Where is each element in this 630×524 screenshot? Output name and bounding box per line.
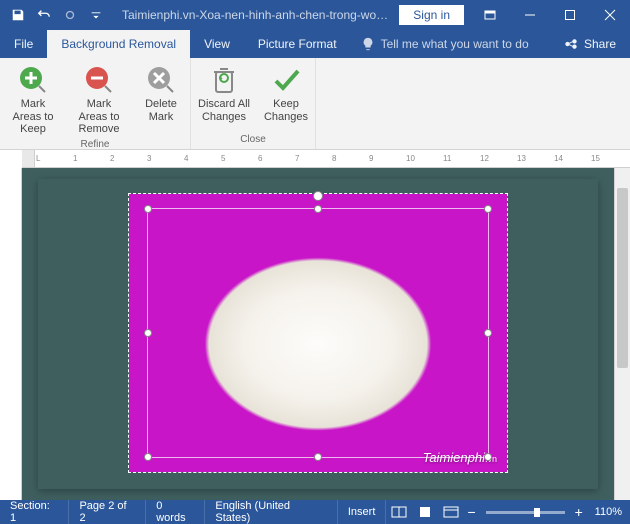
tab-file[interactable]: File: [0, 30, 47, 58]
page: Taimienphi.vn: [38, 179, 598, 489]
handle-bot-left[interactable]: [144, 453, 152, 461]
minimize-button[interactable]: [510, 0, 550, 30]
lightbulb-icon: [361, 37, 375, 51]
image-selection[interactable]: Taimienphi.vn: [128, 193, 508, 473]
maximize-button[interactable]: [550, 0, 590, 30]
ruler-mark: 2: [110, 154, 114, 163]
ruler-mark: 4: [184, 154, 188, 163]
ruler-mark: 11: [443, 154, 451, 163]
keep-changes-button[interactable]: Keep Changes: [257, 60, 315, 133]
read-mode-button[interactable]: [386, 500, 412, 524]
ruler-mark: 1: [73, 154, 77, 163]
ruler-mark: 6: [258, 154, 262, 163]
status-insert-mode[interactable]: Insert: [338, 500, 387, 524]
delete-mark-icon: [145, 64, 177, 96]
tab-picture-format[interactable]: Picture Format: [244, 30, 351, 58]
share-icon: [564, 37, 578, 51]
ruler-mark: 3: [147, 154, 151, 163]
status-page[interactable]: Page 2 of 2: [69, 500, 146, 524]
handle-top-right[interactable]: [484, 205, 492, 213]
tab-view[interactable]: View: [190, 30, 244, 58]
discard-icon: [208, 64, 240, 96]
ruler-mark: 9: [369, 154, 373, 163]
ribbon-group-refine: Mark Areas to Keep Mark Areas to Remove …: [0, 58, 191, 149]
horizontal-ruler[interactable]: L123456789101112131415: [22, 150, 630, 168]
tell-me-search[interactable]: Tell me what you want to do: [351, 30, 550, 58]
share-button[interactable]: Share: [550, 30, 630, 58]
zoom-slider[interactable]: [486, 511, 565, 514]
zoom-in-button[interactable]: +: [571, 504, 587, 520]
crop-marquee[interactable]: [147, 208, 489, 458]
handle-top-mid[interactable]: [314, 205, 322, 213]
print-layout-button[interactable]: [412, 500, 438, 524]
close-button[interactable]: [590, 0, 630, 30]
vertical-scrollbar[interactable]: [614, 168, 630, 500]
ribbon-group-close: Discard All Changes Keep Changes Close: [191, 58, 316, 149]
window-controls: [470, 0, 630, 30]
zoom-out-button[interactable]: −: [464, 504, 480, 520]
save-button[interactable]: [6, 3, 30, 27]
signin-button[interactable]: Sign in: [399, 5, 464, 25]
checkmark-icon: [270, 64, 302, 96]
zoom-level[interactable]: 110%: [587, 506, 630, 518]
vertical-ruler[interactable]: [0, 168, 22, 500]
plus-circle-icon: [17, 64, 49, 96]
tab-background-removal[interactable]: Background Removal: [47, 30, 190, 58]
status-section[interactable]: Section: 1: [0, 500, 69, 524]
ruler-mark: 12: [480, 154, 489, 163]
status-bar: Section: 1 Page 2 of 2 0 words English (…: [0, 500, 630, 524]
undo-button[interactable]: [32, 3, 56, 27]
redo-button[interactable]: [58, 3, 82, 27]
group-title-close: Close: [240, 133, 266, 147]
minus-circle-icon: [83, 64, 115, 96]
handle-mid-left[interactable]: [144, 329, 152, 337]
web-layout-button[interactable]: [438, 500, 464, 524]
quick-access-toolbar: [0, 3, 114, 27]
ruler-mark: 14: [554, 154, 563, 163]
ruler-mark: L: [36, 154, 40, 163]
ribbon-display-button[interactable]: [470, 0, 510, 30]
rotate-handle[interactable]: [313, 191, 323, 201]
mark-areas-remove-button[interactable]: Mark Areas to Remove: [66, 60, 132, 138]
status-language[interactable]: English (United States): [205, 500, 337, 524]
ruler-mark: 15: [591, 154, 600, 163]
page-canvas[interactable]: Taimienphi.vn: [22, 168, 614, 500]
ribbon: Mark Areas to Keep Mark Areas to Remove …: [0, 58, 630, 150]
handle-bot-mid[interactable]: [314, 453, 322, 461]
handle-mid-right[interactable]: [484, 329, 492, 337]
status-words[interactable]: 0 words: [146, 500, 205, 524]
ruler-mark: 5: [221, 154, 225, 163]
ribbon-tabs: File Background Removal View Picture For…: [0, 30, 630, 58]
handle-bot-right[interactable]: [484, 453, 492, 461]
ruler-mark: 13: [517, 154, 526, 163]
document-title: Taimienphi.vn-Xoa-nen-hinh-anh-chen-tron…: [114, 8, 399, 22]
mark-areas-keep-button[interactable]: Mark Areas to Keep: [0, 60, 66, 138]
title-bar: Taimienphi.vn-Xoa-nen-hinh-anh-chen-tron…: [0, 0, 630, 30]
document-area: Taimienphi.vn: [0, 168, 630, 500]
ruler-mark: 10: [406, 154, 415, 163]
handle-top-left[interactable]: [144, 205, 152, 213]
discard-changes-button[interactable]: Discard All Changes: [191, 60, 257, 133]
zoom-slider-thumb[interactable]: [534, 508, 540, 517]
ruler-mark: 8: [332, 154, 336, 163]
delete-mark-button[interactable]: Delete Mark: [132, 60, 190, 138]
ruler-mark: 7: [295, 154, 299, 163]
scrollbar-thumb[interactable]: [617, 188, 628, 368]
qat-customize-button[interactable]: [84, 3, 108, 27]
